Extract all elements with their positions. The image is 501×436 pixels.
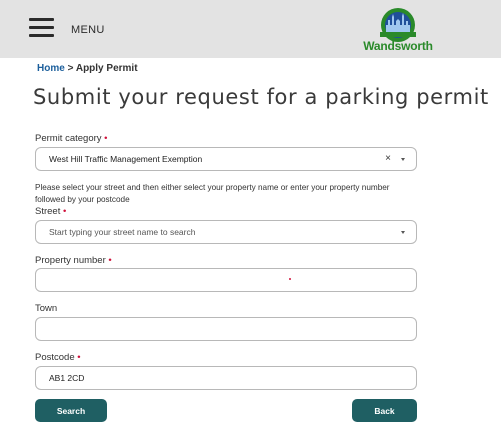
street-label: Street • xyxy=(35,206,67,217)
required-marker: • xyxy=(108,255,112,266)
wandsworth-logo[interactable]: Wandsworth xyxy=(360,3,436,55)
validation-dot-icon xyxy=(289,278,291,280)
street-select[interactable]: Start typing your street name to search xyxy=(35,220,417,244)
town-label: Town xyxy=(35,303,58,314)
menu-label[interactable]: MENU xyxy=(71,24,105,36)
hamburger-menu-icon[interactable] xyxy=(29,17,54,39)
skyline-emblem-icon xyxy=(380,8,416,42)
permit-category-value: West Hill Traffic Management Exemption xyxy=(49,154,203,164)
property-number-label: Property number • xyxy=(35,255,112,266)
site-header: MENU Wandsworth xyxy=(0,0,501,58)
breadcrumb-current: Apply Permit xyxy=(75,63,138,74)
chevron-down-icon xyxy=(401,231,405,234)
street-placeholder: Start typing your street name to search xyxy=(49,227,196,237)
postcode-label: Postcode • xyxy=(35,352,81,363)
back-button[interactable]: Back xyxy=(352,399,417,422)
permit-category-select[interactable]: West Hill Traffic Management Exemption × xyxy=(35,147,417,171)
street-help-text: Please select your street and then eithe… xyxy=(35,183,390,204)
breadcrumb-separator: > xyxy=(67,63,74,74)
breadcrumb-home-link[interactable]: Home xyxy=(37,63,65,74)
chevron-down-icon xyxy=(401,158,405,161)
postcode-input[interactable] xyxy=(35,366,417,390)
required-marker: • xyxy=(77,352,81,363)
required-marker: • xyxy=(104,133,108,144)
permit-category-label: Permit category • xyxy=(35,133,108,144)
logo-wordmark: Wandsworth xyxy=(363,39,433,53)
property-number-input[interactable] xyxy=(35,268,417,292)
breadcrumb: Home > Apply Permit xyxy=(37,63,138,74)
required-marker: • xyxy=(63,206,67,217)
page-title: Submit your request for a parking permit xyxy=(33,85,489,109)
search-button[interactable]: Search xyxy=(35,399,107,422)
clear-selection-icon[interactable]: × xyxy=(385,148,391,170)
town-input[interactable] xyxy=(35,317,417,341)
